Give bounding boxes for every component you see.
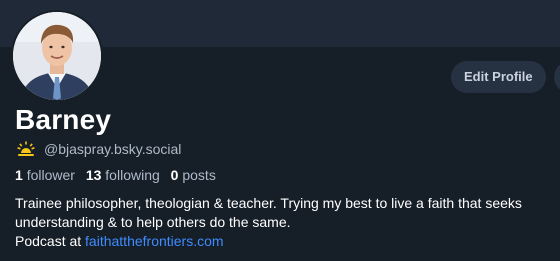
following-stat[interactable]: 13 following	[86, 167, 160, 183]
edit-profile-button[interactable]: Edit Profile	[451, 61, 546, 93]
more-options-button[interactable]	[553, 61, 560, 93]
podcast-prefix: Podcast at	[15, 233, 86, 249]
sunrise-icon	[17, 141, 35, 156]
avatar-image	[13, 12, 101, 100]
profile-actions: Edit Profile	[451, 61, 560, 93]
posts-count: 0	[170, 167, 179, 183]
podcast-link[interactable]: faithatthefrontiers.com	[85, 233, 224, 249]
profile-stats: 1 follower 13 following 0 posts	[15, 167, 223, 183]
followers-stat[interactable]: 1 follower	[15, 167, 75, 183]
handle-row: @bjaspray.bsky.social	[16, 139, 181, 159]
profile-page: Edit Profile Barney @bjaspray.bsky.socia…	[0, 0, 560, 261]
bio-text: Trainee philosopher, theologian & teache…	[15, 195, 522, 230]
display-name: Barney	[15, 104, 112, 135]
following-count: 13	[85, 167, 102, 183]
avatar[interactable]	[11, 10, 103, 102]
followers-label: follower	[26, 167, 75, 183]
posts-label: posts	[182, 167, 216, 183]
user-handle[interactable]: @bjaspray.bsky.social	[44, 141, 181, 157]
following-label: following	[105, 167, 160, 183]
posts-stat: 0 posts	[171, 167, 216, 183]
profile-bio: Trainee philosopher, theologian & teache…	[15, 194, 560, 251]
followers-count: 1	[15, 167, 23, 183]
